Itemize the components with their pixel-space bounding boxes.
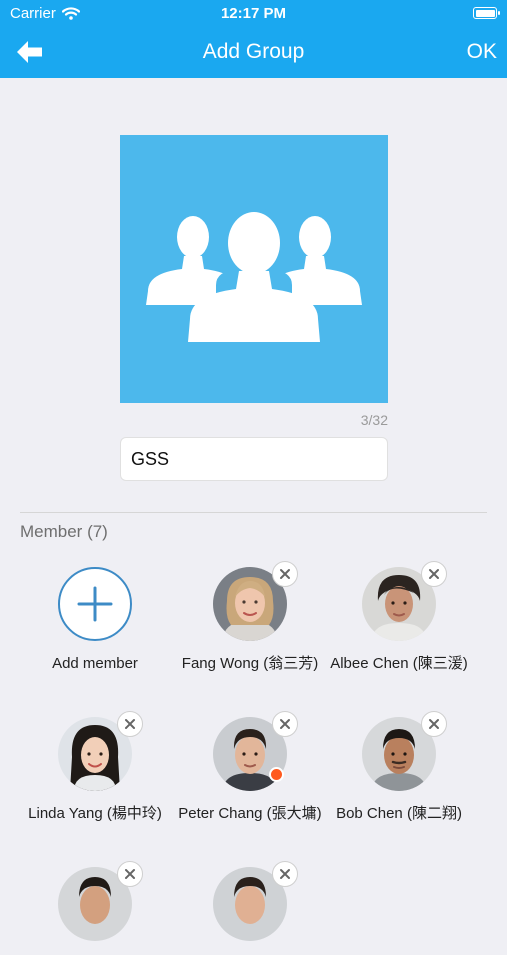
add-member-button[interactable] [58, 567, 132, 641]
member-item: Bob Chen (陳二翔) [319, 711, 479, 823]
navigation-bar: Add Group OK [0, 28, 507, 78]
member-section-header: Member (7) [20, 522, 108, 541]
member-item: Peter Chang (張大墉) [170, 711, 330, 823]
plus-icon [77, 586, 113, 622]
remove-member-button[interactable] [117, 711, 143, 737]
add-member-label: Add member [52, 655, 138, 672]
ok-button[interactable]: OK [467, 40, 497, 64]
add-member-cell: Add member [15, 567, 175, 673]
remove-member-button[interactable] [272, 711, 298, 737]
close-icon [429, 719, 439, 729]
close-icon [429, 569, 439, 579]
status-time: 12:17 PM [220, 5, 287, 22]
member-name: Fang Wong (翁三芳) [181, 655, 319, 672]
member-item: Albee Chen (陳三湲) [319, 561, 479, 673]
name-char-counter: 3/32 [360, 412, 388, 428]
member-item: Fang Wong (翁三芳) [170, 561, 330, 673]
group-people-icon [146, 207, 362, 342]
section-divider [20, 512, 487, 513]
member-item [15, 861, 175, 955]
close-icon [280, 569, 290, 579]
remove-member-button[interactable] [421, 711, 447, 737]
close-icon [125, 869, 135, 879]
remove-member-button[interactable] [117, 861, 143, 887]
battery-icon [473, 7, 500, 19]
online-status-dot [269, 767, 284, 782]
close-icon [280, 719, 290, 729]
remove-member-button[interactable] [272, 861, 298, 887]
member-name: Peter Chang (張大墉) [178, 805, 322, 822]
member-item: Linda Yang (楊中玲) [15, 711, 175, 823]
remove-member-button[interactable] [421, 561, 447, 587]
page-title: Add Group [202, 40, 305, 63]
member-name: Linda Yang (楊中玲) [28, 805, 162, 822]
member-name: Albee Chen (陳三湲) [330, 655, 468, 672]
member-item [170, 861, 330, 955]
remove-member-button[interactable] [272, 561, 298, 587]
member-name: Bob Chen (陳二翔) [336, 805, 462, 822]
status-bar: Carrier 12:17 PM [0, 0, 507, 28]
group-photo-picker[interactable] [120, 135, 388, 403]
close-icon [125, 719, 135, 729]
close-icon [280, 869, 290, 879]
group-name-input[interactable] [120, 437, 388, 481]
